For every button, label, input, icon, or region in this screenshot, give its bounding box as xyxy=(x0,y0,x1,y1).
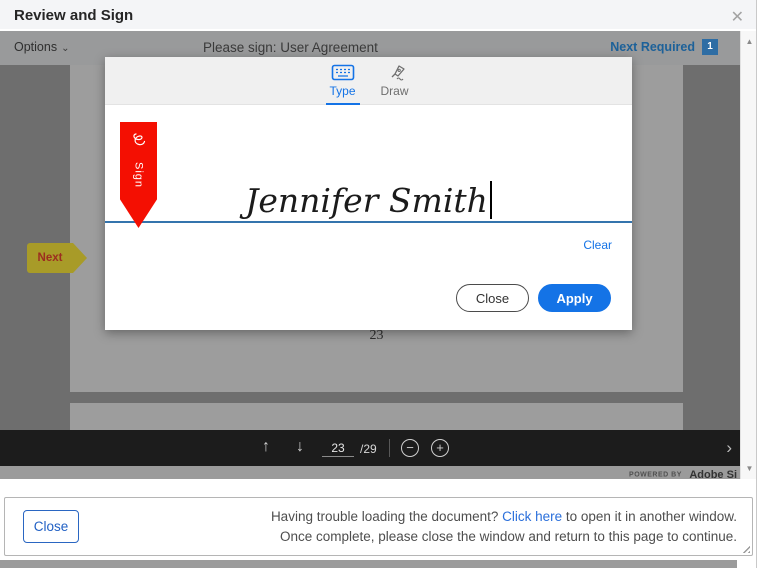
zoom-out-icon[interactable]: − xyxy=(401,439,419,457)
previous-page-icon[interactable]: ↑ xyxy=(262,438,270,456)
ribbon-sign-label: Sign xyxy=(133,162,145,188)
options-label: Options xyxy=(14,40,57,54)
powered-by-label: POWERED BY xyxy=(629,471,682,478)
signature-dialog: Type Draw xyxy=(105,57,632,330)
scroll-down-icon[interactable]: ▼ xyxy=(741,464,757,473)
review-and-sign-window: Review and Sign ✕ Options ⌄ Please sign: … xyxy=(0,0,757,568)
footer-close-button[interactable]: Close xyxy=(23,510,79,543)
next-field-tag[interactable]: Next xyxy=(27,243,73,273)
adobe-sign-brand-label: Adobe Si xyxy=(689,469,737,481)
signature-dialog-actions: Close Apply xyxy=(456,284,611,312)
next-tag-label: Next xyxy=(27,243,73,273)
tab-type-label: Type xyxy=(329,84,355,98)
powered-by-strip: POWERED BY Adobe Si xyxy=(0,466,740,479)
document-page-24 xyxy=(70,403,683,430)
window-close-icon[interactable]: ✕ xyxy=(727,5,748,29)
next-required-link[interactable]: Next Required xyxy=(610,40,695,54)
clear-signature-link[interactable]: Clear xyxy=(583,238,612,252)
expand-toolbar-icon[interactable]: › xyxy=(726,438,732,458)
pdf-navigation-toolbar: ↑ ↓ /29 − + › xyxy=(0,430,740,466)
page-number-label: 23 xyxy=(70,328,683,344)
zoom-in-icon[interactable]: + xyxy=(431,439,449,457)
chevron-down-icon: ⌄ xyxy=(61,43,69,54)
help-line1-suffix: to open it in another window. xyxy=(562,509,737,524)
document-title: Please sign: User Agreement xyxy=(203,40,378,55)
bottom-gray-strip xyxy=(0,560,737,568)
help-box: Close Having trouble loading the documen… xyxy=(4,497,753,556)
vertical-scrollbar[interactable]: ▲ ▼ xyxy=(740,31,757,479)
signature-input-area[interactable]: Jennifer Smith xyxy=(105,167,632,219)
help-text: Having trouble loading the document? Cli… xyxy=(271,507,737,547)
help-line1-prefix: Having trouble loading the document? xyxy=(271,509,502,524)
tab-draw[interactable]: Draw xyxy=(376,57,414,105)
page-total-label: /29 xyxy=(360,442,377,456)
signature-dialog-header: Type Draw xyxy=(105,57,632,105)
signature-close-button[interactable]: Close xyxy=(456,284,529,312)
pen-icon xyxy=(383,64,407,81)
typed-signature-text: Jennifer Smith xyxy=(245,184,488,219)
help-line2: Once complete, please close the window a… xyxy=(280,529,737,544)
next-required-count-badge: 1 xyxy=(702,39,718,55)
click-here-link[interactable]: Click here xyxy=(502,509,562,524)
adobe-acrobat-logo-icon xyxy=(128,131,150,153)
toolbar-divider xyxy=(389,439,390,457)
signature-baseline xyxy=(105,221,632,223)
footer-panel: Close Having trouble loading the documen… xyxy=(0,479,757,568)
keyboard-icon xyxy=(331,64,355,81)
text-cursor xyxy=(490,181,492,219)
signature-tabs: Type Draw xyxy=(105,57,632,105)
page-number-input[interactable] xyxy=(322,440,354,457)
signature-apply-button[interactable]: Apply xyxy=(538,284,611,312)
window-title-bar: Review and Sign ✕ xyxy=(0,0,757,31)
next-page-icon[interactable]: ↓ xyxy=(296,438,304,456)
tab-type[interactable]: Type xyxy=(324,57,362,105)
options-menu[interactable]: Options ⌄ xyxy=(14,40,69,54)
tab-draw-label: Draw xyxy=(380,84,408,98)
resize-handle[interactable] xyxy=(740,543,750,553)
scroll-up-icon[interactable]: ▲ xyxy=(741,37,757,46)
window-title: Review and Sign xyxy=(14,7,133,24)
